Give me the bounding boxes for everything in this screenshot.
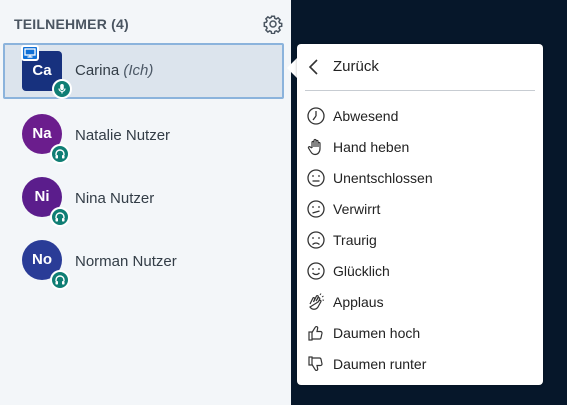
status-label: Daumen hoch (333, 325, 421, 341)
clock-icon (306, 106, 326, 126)
happy-face-icon (306, 261, 326, 281)
thumbs-up-icon (306, 323, 326, 343)
status-label: Verwirrt (333, 201, 381, 217)
participant-row-norman[interactable]: No Norman Nutzer (3, 234, 284, 290)
status-applause[interactable]: Applaus (303, 288, 537, 316)
participant-name: Natalie Nutzer (75, 127, 171, 144)
status-label: Glücklich (333, 263, 390, 279)
participant-name: Norman Nutzer (75, 253, 177, 270)
participant-row-nina[interactable]: Ni Nina Nutzer (3, 171, 284, 227)
participant-row-carina[interactable]: Ca Carina (Ich) (3, 43, 284, 99)
status-label: Hand heben (333, 139, 410, 155)
status-thumbs-down[interactable]: Daumen runter (303, 350, 537, 378)
status-label: Traurig (333, 232, 377, 248)
sad-face-icon (306, 230, 326, 250)
participant-row-natalie[interactable]: Na Natalie Nutzer (3, 108, 284, 164)
presenter-icon (21, 45, 39, 61)
status-sad[interactable]: Traurig (303, 226, 537, 254)
status-happy[interactable]: Glücklich (303, 257, 537, 285)
neutral-face-icon (306, 168, 326, 188)
applause-icon (306, 292, 326, 312)
headphones-icon (50, 207, 70, 227)
status-label: Abwesend (333, 108, 399, 124)
microphone-icon (52, 79, 72, 99)
status-confused[interactable]: Verwirrt (303, 195, 537, 223)
status-undecided[interactable]: Unentschlossen (303, 164, 537, 192)
participant-name: Carina (Ich) (75, 62, 154, 79)
self-suffix: (Ich) (119, 62, 154, 79)
participants-sidebar: TEILNEHMER (4) Ca Carina (Ich) Na Natali… (0, 0, 291, 405)
headphones-icon (50, 270, 70, 290)
sidebar-header: TEILNEHMER (4) (14, 14, 291, 34)
status-raise-hand[interactable]: Hand heben (303, 133, 537, 161)
status-label: Applaus (333, 294, 384, 310)
divider (305, 90, 535, 91)
confused-face-icon (306, 199, 326, 219)
status-label: Daumen runter (333, 356, 427, 372)
status-away[interactable]: Abwesend (303, 102, 537, 130)
status-menu: Zurück Abwesend Hand heben Unentschlosse… (297, 44, 543, 385)
back-label: Zurück (333, 58, 379, 75)
status-label: Unentschlossen (333, 170, 433, 186)
participant-name: Nina Nutzer (75, 190, 155, 207)
headphones-icon (50, 144, 70, 164)
chevron-left-icon (307, 58, 321, 76)
back-button[interactable]: Zurück (305, 52, 535, 82)
thumbs-down-icon (306, 354, 326, 374)
menu-pointer (287, 58, 297, 78)
hand-icon (306, 137, 326, 157)
status-thumbs-up[interactable]: Daumen hoch (303, 319, 537, 347)
participants-title: TEILNEHMER (4) (14, 16, 129, 32)
gear-icon[interactable] (263, 14, 283, 34)
